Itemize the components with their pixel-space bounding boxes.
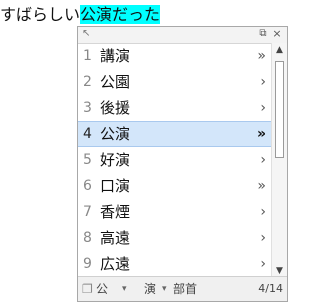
candidate-text: 後援 (100, 99, 131, 117)
convert-kanji-button[interactable]: 公 (96, 277, 108, 301)
candidate-row-3[interactable]: 3 後援 › (78, 95, 272, 121)
candidate-number: 6 (83, 178, 92, 194)
candidate-text: 香煙 (100, 203, 131, 221)
close-icon[interactable]: × (271, 28, 283, 40)
candidate-toolbar: ↖ ⧉ × (78, 27, 287, 44)
composition-highlight: 公演だった (80, 5, 161, 24)
candidate-number: 9 (83, 256, 92, 272)
chevron-right-icon[interactable]: › (260, 225, 266, 251)
expand-arrow-icon[interactable]: » (257, 173, 266, 199)
composition-text: すばらしい公演だった (0, 4, 161, 26)
convert-kanji-button-2[interactable]: 演 (144, 277, 156, 301)
candidate-row-8[interactable]: 8 高遠 › (78, 225, 272, 251)
candidate-footer: ❐ 公 ▾ 演 ▾ 部首 4/14 (78, 276, 287, 301)
radical-button[interactable]: 部首 (173, 277, 197, 301)
page-indicator: 4/14 (258, 282, 283, 295)
candidate-text: 広遠 (100, 255, 131, 273)
candidate-text: 好演 (100, 151, 131, 169)
candidate-row-6[interactable]: 6 口演 » (78, 173, 272, 199)
candidate-window: ↖ ⧉ × 1 講演 » 2 公園 › 3 後援 › 4 公演 » 5 好演 › (77, 26, 288, 302)
chevron-right-icon[interactable]: › (260, 147, 266, 173)
candidate-number: 2 (83, 74, 92, 90)
candidate-number: 7 (83, 204, 92, 220)
candidate-number: 8 (83, 230, 92, 246)
restore-icon[interactable]: ⧉ (257, 28, 269, 40)
candidate-row-2[interactable]: 2 公園 › (78, 69, 272, 95)
candidate-list: 1 講演 » 2 公園 › 3 後援 › 4 公演 » 5 好演 › 6 口演 … (78, 43, 272, 278)
candidate-row-4-selected[interactable]: 4 公演 » (78, 121, 272, 147)
candidate-row-5[interactable]: 5 好演 › (78, 147, 272, 173)
candidate-number: 4 (83, 126, 92, 142)
chevron-down-icon[interactable]: ▾ (122, 277, 127, 301)
chevron-right-icon[interactable]: › (260, 251, 266, 277)
chevron-right-icon[interactable]: › (260, 199, 266, 225)
candidate-text: 講演 (100, 47, 131, 65)
chevron-right-icon[interactable]: › (260, 69, 266, 95)
candidate-text: 口演 (100, 177, 131, 195)
candidate-text: 公演 (100, 125, 131, 143)
candidate-row-9[interactable]: 9 広遠 › (78, 251, 272, 277)
candidate-number: 1 (83, 48, 92, 64)
pin-icon[interactable]: ↖ (82, 28, 94, 40)
candidate-row-7[interactable]: 7 香煙 › (78, 199, 272, 225)
candidate-text: 公園 (100, 73, 131, 91)
candidate-text: 高遠 (100, 229, 131, 247)
expand-arrow-icon[interactable]: » (257, 43, 266, 69)
candidate-scrollbar[interactable]: ▲ ▼ (271, 43, 287, 278)
composition-prefix: すばらしい (0, 5, 81, 24)
chevron-right-icon[interactable]: › (260, 95, 266, 121)
expand-arrow-icon[interactable]: » (257, 122, 266, 146)
scrollbar-thumb[interactable] (275, 61, 284, 158)
chevron-down-icon[interactable]: ▾ (162, 277, 167, 301)
document-icon[interactable]: ❐ (82, 277, 93, 301)
candidate-row-1[interactable]: 1 講演 » (78, 43, 272, 69)
candidate-number: 5 (83, 152, 92, 168)
candidate-number: 3 (83, 100, 92, 116)
scroll-up-icon[interactable]: ▲ (272, 43, 287, 57)
